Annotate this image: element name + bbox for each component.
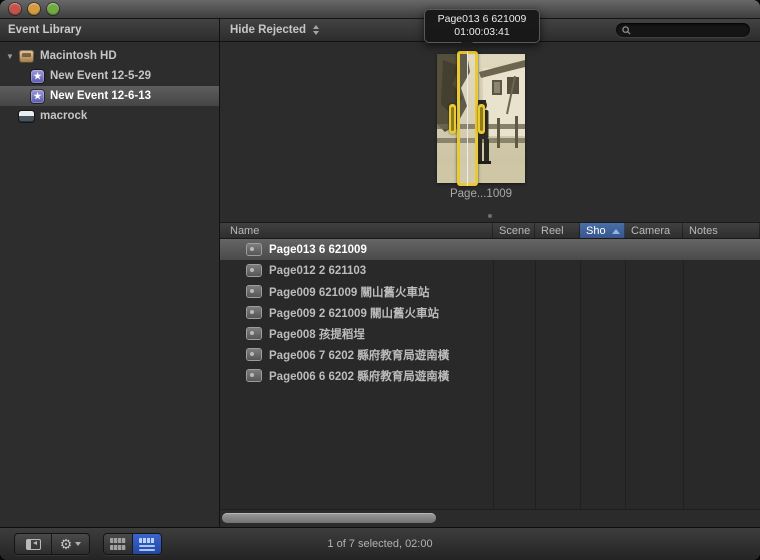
row-name: Page009 2 621009 關山舊火車站 — [269, 305, 439, 321]
filmstrip-area: Page...1009 — [220, 42, 760, 210]
bottom-toolbar: 1 of 7 selected, 02:00 ⚙ — [0, 527, 760, 560]
column-label: Notes — [689, 225, 718, 237]
clip-name-label: Page...1009 — [397, 188, 565, 200]
table-header: Name Scene Reel Sho Camera Notes — [220, 222, 760, 239]
column-header-camera[interactable]: Camera — [625, 223, 683, 238]
event-library-header: Event Library — [0, 19, 220, 41]
row-name: Page009 621009 關山舊火車站 — [269, 284, 429, 300]
list-view-icon — [139, 538, 155, 551]
horizontal-scrollbar[interactable] — [220, 509, 760, 527]
search-icon — [622, 26, 631, 35]
filter-label: Hide Rejected — [230, 24, 306, 36]
sidebar-item-label: macrock — [40, 110, 87, 122]
chevron-down-icon — [75, 542, 81, 546]
photo-clip-icon — [247, 307, 261, 318]
sidebar-controls-group: ⚙ — [14, 533, 90, 555]
column-label: Reel — [541, 225, 564, 237]
action-menu-button[interactable]: ⚙ — [52, 534, 89, 554]
column-header-scene[interactable]: Scene — [493, 223, 535, 238]
column-header-notes[interactable]: Notes — [683, 223, 760, 238]
main-content: ▼ Macintosh HD ★ New Event 12-5-29 ★ New Even… — [0, 42, 760, 527]
table-row[interactable]: Page008 孩提稻埕 — [220, 323, 760, 344]
search-field[interactable] — [616, 23, 750, 37]
photo-clip-icon — [247, 286, 261, 297]
drive-icon — [19, 111, 34, 122]
column-header-reel[interactable]: Reel — [535, 223, 580, 238]
titlebar[interactable] — [0, 0, 760, 19]
filmstrip-view-icon — [110, 538, 126, 550]
gear-icon: ⚙ — [60, 537, 73, 551]
toggle-event-library-button[interactable] — [15, 534, 52, 554]
tooltip-timecode: 01:00:03:41 — [427, 26, 537, 39]
row-name: Page008 孩提稻埕 — [269, 326, 365, 342]
photo-clip-icon — [247, 349, 261, 360]
pane-splitter[interactable] — [220, 210, 760, 222]
skimmer-playhead[interactable] — [467, 51, 468, 186]
range-handle-left[interactable] — [449, 104, 456, 134]
macintosh-hd-icon — [19, 50, 34, 63]
table-body: Page013 6 621009 Page012 2 621103 Page009 … — [220, 239, 760, 509]
table-row[interactable]: Page006 7 6202 縣府教育局遊南橫 — [220, 344, 760, 365]
sort-ascending-icon — [612, 229, 620, 234]
splitter-grip-icon — [488, 214, 492, 218]
close-button[interactable] — [9, 3, 21, 15]
row-name: Page012 2 621103 — [269, 265, 366, 277]
column-label: Name — [230, 225, 259, 237]
row-name: Page013 6 621009 — [269, 244, 367, 256]
sidebar-item-label: New Event 12-6-13 — [50, 90, 151, 102]
filmstrip-view-button[interactable] — [104, 534, 133, 554]
header-row: Event Library Hide Rejected — [0, 19, 760, 42]
sidebar-item-new-event-12-6-13[interactable]: ★ New Event 12-6-13 — [0, 86, 219, 106]
stepper-arrows-icon — [313, 25, 319, 35]
column-header-sho[interactable]: Sho — [580, 223, 625, 238]
table-row[interactable]: Page009 2 621009 關山舊火車站 — [220, 302, 760, 323]
panel-collapse-icon — [26, 539, 41, 550]
column-label: Scene — [499, 225, 530, 237]
column-label: Sho — [586, 225, 606, 237]
tooltip-clip-name: Page013 6 621009 — [427, 13, 537, 26]
sidebar-item-macintosh-hd[interactable]: ▼ Macintosh HD — [0, 46, 219, 66]
photo-clip-icon — [247, 265, 261, 276]
view-toggle-group — [103, 533, 162, 555]
event-star-icon: ★ — [31, 70, 44, 83]
disclosure-triangle-icon[interactable]: ▼ — [6, 52, 19, 61]
photo-clip-icon — [247, 370, 261, 381]
scrollbar-thumb[interactable] — [222, 513, 436, 523]
skimmer-tooltip: Page013 6 621009 01:00:03:41 — [424, 9, 540, 43]
photo-clip-icon — [247, 244, 261, 255]
row-name: Page006 7 6202 縣府教育局遊南橫 — [269, 347, 449, 363]
table-row[interactable]: Page012 2 621103 — [220, 260, 760, 281]
event-library-title: Event Library — [8, 24, 82, 36]
row-name: Page006 6 6202 縣府教育局遊南橫 — [269, 368, 449, 384]
event-browser: Page...1009 NameSceneReelShoCameraNotes … — [220, 42, 760, 527]
sidebar-item-label: Macintosh HD — [40, 50, 117, 62]
list-view-button[interactable] — [133, 534, 161, 554]
table-row[interactable]: Page013 6 621009 — [220, 239, 760, 260]
minimize-button[interactable] — [28, 3, 40, 15]
search-input[interactable] — [635, 24, 744, 37]
column-header-name[interactable]: Name — [220, 223, 493, 238]
sidebar-item-label: New Event 12-5-29 — [50, 70, 151, 82]
table-row[interactable]: Page009 621009 關山舊火車站 — [220, 281, 760, 302]
app-window: Event Library Hide Rejected ▼ Macintosh H… — [0, 0, 760, 560]
zoom-button[interactable] — [47, 3, 59, 15]
range-handle-right[interactable] — [478, 104, 485, 134]
event-star-icon: ★ — [31, 90, 44, 103]
sidebar-item-macrock[interactable]: macrock — [0, 106, 219, 126]
column-label: Camera — [631, 225, 670, 237]
photo-clip-icon — [247, 328, 261, 339]
table-row[interactable]: Page006 6 6202 縣府教育局遊南橫 — [220, 365, 760, 386]
sidebar-item-new-event-12-5-29[interactable]: ★ New Event 12-5-29 — [0, 66, 219, 86]
filmstrip-clip[interactable] — [437, 54, 525, 183]
filter-popup-button[interactable]: Hide Rejected — [230, 24, 319, 36]
sidebar-tree: ▼ Macintosh HD ★ New Event 12-5-29 ★ New Even… — [0, 42, 220, 527]
